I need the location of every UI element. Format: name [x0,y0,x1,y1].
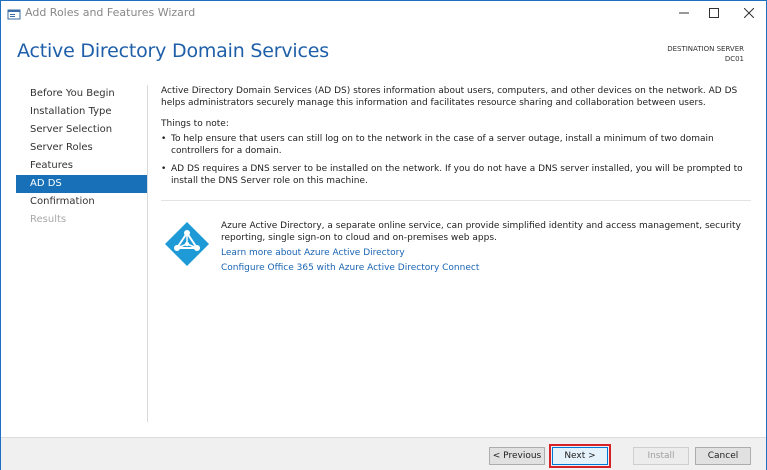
nav-item-server-selection[interactable]: Server Selection [16,121,147,139]
notes-list: To help ensure that users can still log … [161,133,751,187]
nav-item-installation-type[interactable]: Installation Type [16,103,147,121]
list-item: AD DS requires a DNS server to be instal… [161,163,751,187]
wizard-window: Add Roles and Features Wizard Active Dir… [0,0,767,470]
intro-text: Active Directory Domain Services (AD DS)… [161,86,738,108]
nav-item-results: Results [30,214,67,225]
nav-item-confirmation[interactable]: Confirmation [16,193,147,211]
nav-item-server-roles[interactable]: Server Roles [16,139,147,157]
things-to-note-heading: Things to note: [161,119,229,129]
nav-item-ad-ds[interactable]: AD DS [16,175,147,193]
nav-item-features[interactable]: Features [16,157,147,175]
nav-divider [147,85,148,422]
server-manager-icon [7,6,21,20]
cancel-button[interactable]: Cancel [695,447,751,465]
close-icon [744,8,754,18]
maximize-icon [709,8,719,18]
window-title: Add Roles and Features Wizard [25,6,196,19]
azure-description: Azure Active Directory, a separate onlin… [221,221,741,243]
close-button[interactable] [734,1,764,25]
list-item: To help ensure that users can still log … [161,133,751,157]
azure-ad-icon [164,221,210,267]
section-divider [161,200,751,201]
destination-server: DESTINATION SERVER DC01 [667,44,744,64]
maximize-button[interactable] [699,1,729,25]
title-bar[interactable]: Add Roles and Features Wizard [1,1,766,25]
previous-button[interactable]: < Previous [489,447,545,465]
nav-item-before-you-begin[interactable]: Before You Begin [16,85,147,103]
learn-more-azure-link[interactable]: Learn more about Azure Active Directory [221,247,751,259]
wizard-steps-nav: Before You Begin Installation Type Serve… [16,85,147,229]
minimize-button[interactable] [669,1,699,25]
destination-value: DC01 [724,55,744,63]
destination-label: DESTINATION SERVER [667,45,744,53]
configure-office365-link[interactable]: Configure Office 365 with Azure Active D… [221,262,751,274]
install-button: Install [633,447,689,465]
main-content: Active Directory Domain Services (AD DS)… [161,85,751,193]
minimize-icon [679,12,689,14]
next-button[interactable]: Next > [549,444,611,468]
azure-info: Azure Active Directory, a separate onlin… [221,220,751,274]
page-title: Active Directory Domain Services [17,40,329,62]
